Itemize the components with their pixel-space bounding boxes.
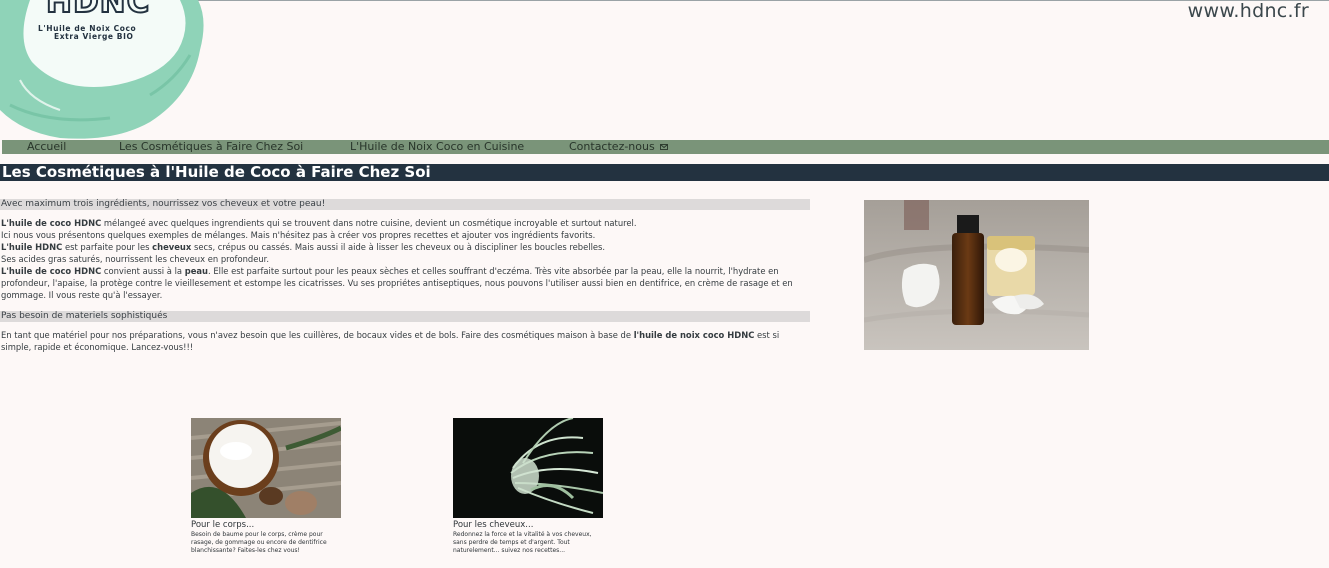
text-span: secs, crépus ou cassés. Mais aussi il ai… <box>191 242 606 252</box>
nav-item-home[interactable]: Accueil <box>27 140 66 154</box>
section-heading: Pas besoin de materiels sophistiqués <box>1 311 168 321</box>
coconut-logo-icon <box>0 0 204 139</box>
card-image-hair[interactable] <box>453 418 603 518</box>
text-line: L'huile HDNC est parfaite pour les cheve… <box>1 241 811 253</box>
text-span: convient aussi à la <box>101 266 185 276</box>
card-title[interactable]: Pour les cheveux... <box>453 520 603 531</box>
main-nav: Accueil Les Cosmétiques à Faire Chez Soi… <box>2 140 1329 154</box>
card-description: Besoin de baume pour le corps, crème pou… <box>191 531 327 555</box>
section-heading-bar: Avec maximum trois ingrédients, nourriss… <box>0 199 810 210</box>
site-url[interactable]: www.hdnc.fr <box>1188 0 1309 22</box>
text-line: L'huile de coco HDNC mélangeé avec quelq… <box>1 217 811 229</box>
text-line: Ses acides gras saturés, nourrissent les… <box>1 254 270 264</box>
brand-text: L'huile HDNC <box>1 242 63 252</box>
section-heading: Avec maximum trois ingrédients, nourriss… <box>1 199 326 209</box>
card-description: Redonnez la force et la vitalité à vos c… <box>453 531 592 555</box>
keyword-text: cheveux <box>152 242 192 252</box>
envelope-icon <box>660 144 669 150</box>
page-title: Les Cosmétiques à l'Huile de Coco à Fair… <box>2 163 431 181</box>
card-image-body[interactable] <box>191 418 341 518</box>
intro-paragraph: L'huile de coco HDNC mélangeé avec quelq… <box>1 217 811 301</box>
text-span: est parfaite pour les <box>62 242 153 252</box>
logo-tagline-2: Extra Vierge BIO <box>54 32 134 41</box>
hero-image-cosmetics <box>864 200 1089 350</box>
site-logo[interactable]: HDNC L'Huile de Noix Coco Extra Vierge B… <box>0 0 210 140</box>
brand-text: l'huile de noix coco HDNC <box>633 330 755 340</box>
text-line: Ici nous vous présentons quelques exempl… <box>1 230 596 240</box>
logo-title: HDNC <box>45 0 151 21</box>
nav-item-cuisine[interactable]: L'Huile de Noix Coco en Cuisine <box>350 140 524 154</box>
section-heading-bar: Pas besoin de materiels sophistiqués <box>0 311 810 322</box>
brand-text: L'huile de coco HDNC <box>1 218 102 228</box>
materials-paragraph: En tant que matériel pour nos préparatio… <box>1 329 811 353</box>
nav-item-contact-label: Contactez-nous <box>569 140 655 153</box>
text-span: mélangeé avec quelques ingrendients qui … <box>101 218 637 228</box>
card-hair[interactable]: Pour les cheveux... Redonnez la force et… <box>453 418 603 556</box>
brand-text: L'huile de coco HDNC <box>1 266 102 276</box>
text-line: L'huile de coco HDNC convient aussi à la… <box>1 265 811 301</box>
card-title[interactable]: Pour le corps... <box>191 520 341 531</box>
card-body[interactable]: Pour le corps... Besoin de baume pour le… <box>191 418 341 556</box>
page-title-bar: Les Cosmétiques à l'Huile de Coco à Fair… <box>0 164 1329 181</box>
text-span: En tant que matériel pour nos préparatio… <box>1 330 634 340</box>
nav-item-contact[interactable]: Contactez-nous <box>569 140 669 154</box>
keyword-text: peau <box>184 266 208 276</box>
nav-item-cosmetics[interactable]: Les Cosmétiques à Faire Chez Soi <box>119 140 303 154</box>
